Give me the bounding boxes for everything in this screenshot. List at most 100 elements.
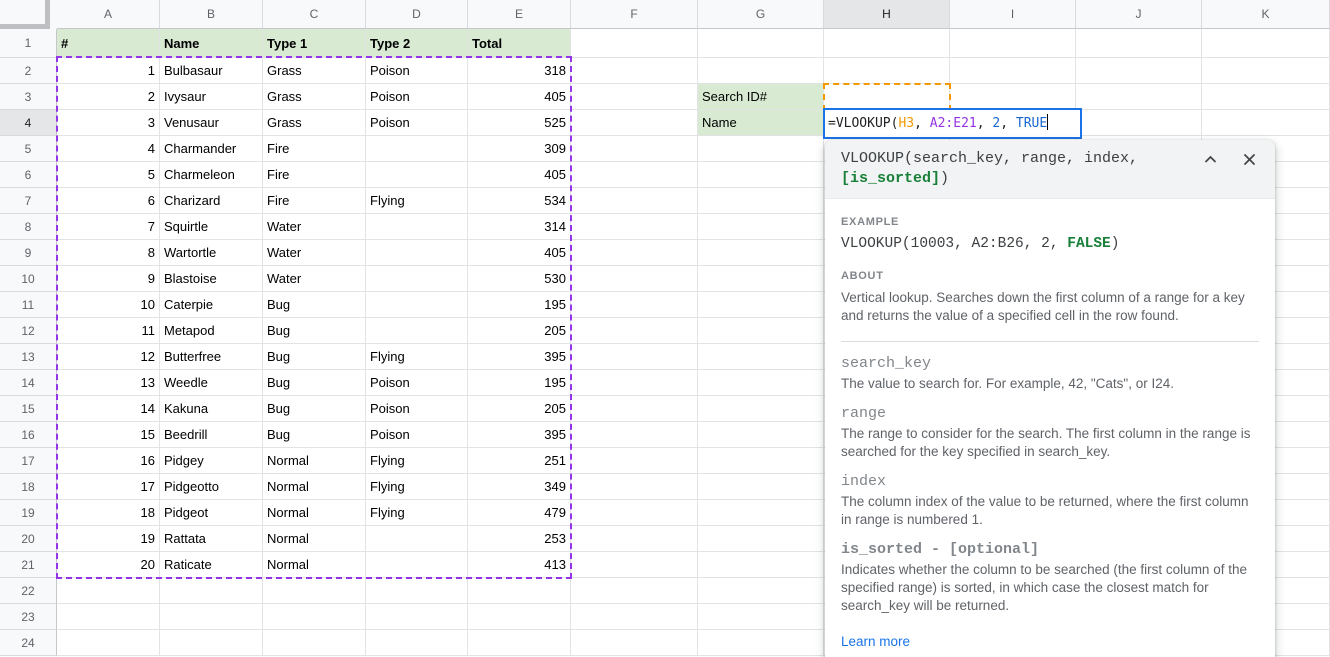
column-header-A[interactable]: A: [57, 0, 160, 29]
cell-G4[interactable]: Name: [698, 110, 824, 136]
cell-C4[interactable]: Grass: [263, 110, 366, 136]
cell-G10[interactable]: [698, 266, 824, 292]
cell-A16[interactable]: 15: [57, 422, 160, 448]
cell-C12[interactable]: Bug: [263, 318, 366, 344]
cell-C10[interactable]: Water: [263, 266, 366, 292]
cell-E12[interactable]: 205: [468, 318, 571, 344]
cell-A6[interactable]: 5: [57, 162, 160, 188]
cell-E14[interactable]: 195: [468, 370, 571, 396]
row-header-24[interactable]: 24: [0, 630, 57, 656]
cell-E3[interactable]: 405: [468, 84, 571, 110]
cell-A11[interactable]: 10: [57, 292, 160, 318]
cell-B23[interactable]: [160, 604, 263, 630]
cell-B3[interactable]: Ivysaur: [160, 84, 263, 110]
cell-K1[interactable]: [1202, 29, 1330, 58]
cell-D6[interactable]: [366, 162, 468, 188]
cell-F12[interactable]: [571, 318, 698, 344]
cell-E9[interactable]: 405: [468, 240, 571, 266]
cell-D5[interactable]: [366, 136, 468, 162]
cell-E2[interactable]: 318: [468, 58, 571, 84]
cell-B13[interactable]: Butterfree: [160, 344, 263, 370]
cell-C23[interactable]: [263, 604, 366, 630]
cell-C6[interactable]: Fire: [263, 162, 366, 188]
cell-A14[interactable]: 13: [57, 370, 160, 396]
cell-D16[interactable]: Poison: [366, 422, 468, 448]
cell-B15[interactable]: Kakuna: [160, 396, 263, 422]
cell-F3[interactable]: [571, 84, 698, 110]
cell-A3[interactable]: 2: [57, 84, 160, 110]
cell-D7[interactable]: Flying: [366, 188, 468, 214]
cell-G18[interactable]: [698, 474, 824, 500]
column-header-I[interactable]: I: [950, 0, 1076, 29]
cell-B10[interactable]: Blastoise: [160, 266, 263, 292]
cell-F22[interactable]: [571, 578, 698, 604]
cell-G24[interactable]: [698, 630, 824, 656]
cell-G23[interactable]: [698, 604, 824, 630]
row-header-17[interactable]: 17: [0, 448, 57, 474]
cell-E6[interactable]: 405: [468, 162, 571, 188]
cell-C13[interactable]: Bug: [263, 344, 366, 370]
cell-C16[interactable]: Bug: [263, 422, 366, 448]
cell-F6[interactable]: [571, 162, 698, 188]
cell-C21[interactable]: Normal: [263, 552, 366, 578]
cell-C9[interactable]: Water: [263, 240, 366, 266]
cell-J2[interactable]: [1076, 58, 1202, 84]
row-header-5[interactable]: 5: [0, 136, 57, 162]
cell-J3[interactable]: [1076, 84, 1202, 110]
row-header-20[interactable]: 20: [0, 526, 57, 552]
cell-F10[interactable]: [571, 266, 698, 292]
row-header-4[interactable]: 4: [0, 110, 57, 136]
cell-G8[interactable]: [698, 214, 824, 240]
cell-E5[interactable]: 309: [468, 136, 571, 162]
cell-E1[interactable]: Total: [468, 29, 571, 58]
cell-F2[interactable]: [571, 58, 698, 84]
column-header-F[interactable]: F: [571, 0, 698, 29]
cell-B17[interactable]: Pidgey: [160, 448, 263, 474]
cell-D20[interactable]: [366, 526, 468, 552]
cell-D1[interactable]: Type 2: [366, 29, 468, 58]
cell-B24[interactable]: [160, 630, 263, 656]
cell-D2[interactable]: Poison: [366, 58, 468, 84]
cell-E19[interactable]: 479: [468, 500, 571, 526]
cell-G14[interactable]: [698, 370, 824, 396]
cell-F24[interactable]: [571, 630, 698, 656]
formula-editor[interactable]: =VLOOKUP(H3, A2:E21, 2, TRUE: [823, 108, 1082, 139]
cell-B22[interactable]: [160, 578, 263, 604]
row-header-7[interactable]: 7: [0, 188, 57, 214]
cell-C2[interactable]: Grass: [263, 58, 366, 84]
cell-D14[interactable]: Poison: [366, 370, 468, 396]
row-header-14[interactable]: 14: [0, 370, 57, 396]
cell-G9[interactable]: [698, 240, 824, 266]
column-header-D[interactable]: D: [366, 0, 468, 29]
column-header-G[interactable]: G: [698, 0, 824, 29]
cell-D15[interactable]: Poison: [366, 396, 468, 422]
cell-A24[interactable]: [57, 630, 160, 656]
cell-A8[interactable]: 7: [57, 214, 160, 240]
cell-E16[interactable]: 395: [468, 422, 571, 448]
cell-C19[interactable]: Normal: [263, 500, 366, 526]
cell-F8[interactable]: [571, 214, 698, 240]
cell-D21[interactable]: [366, 552, 468, 578]
cell-D9[interactable]: [366, 240, 468, 266]
cell-F5[interactable]: [571, 136, 698, 162]
row-header-15[interactable]: 15: [0, 396, 57, 422]
cell-C15[interactable]: Bug: [263, 396, 366, 422]
row-header-9[interactable]: 9: [0, 240, 57, 266]
cell-B21[interactable]: Raticate: [160, 552, 263, 578]
cell-E4[interactable]: 525: [468, 110, 571, 136]
cell-B1[interactable]: Name: [160, 29, 263, 58]
cell-C17[interactable]: Normal: [263, 448, 366, 474]
cell-B7[interactable]: Charizard: [160, 188, 263, 214]
cell-C7[interactable]: Fire: [263, 188, 366, 214]
row-header-13[interactable]: 13: [0, 344, 57, 370]
select-all-corner[interactable]: [0, 0, 57, 29]
cell-G16[interactable]: [698, 422, 824, 448]
cell-A12[interactable]: 11: [57, 318, 160, 344]
cell-E17[interactable]: 251: [468, 448, 571, 474]
cell-A1[interactable]: #: [57, 29, 160, 58]
cell-G21[interactable]: [698, 552, 824, 578]
cell-C18[interactable]: Normal: [263, 474, 366, 500]
cell-E10[interactable]: 530: [468, 266, 571, 292]
cell-E23[interactable]: [468, 604, 571, 630]
cell-F4[interactable]: [571, 110, 698, 136]
